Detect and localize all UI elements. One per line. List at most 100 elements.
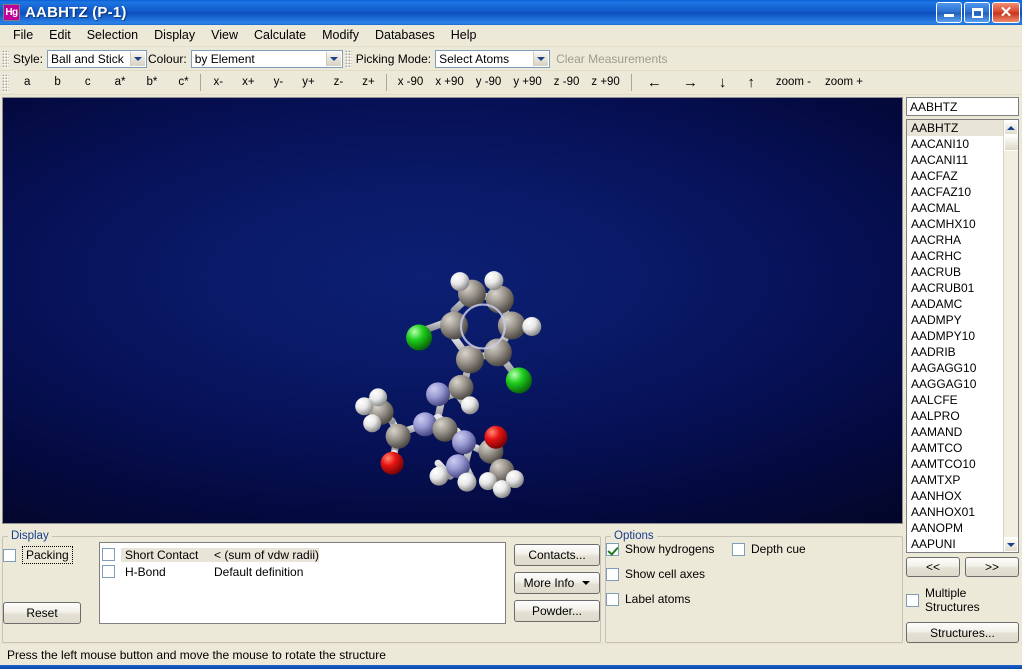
list-item[interactable]: AADMPY — [907, 312, 1003, 328]
menu-edit[interactable]: Edit — [41, 26, 79, 45]
list-item[interactable]: AADMPY10 — [907, 328, 1003, 344]
list-item[interactable]: AACFAZ — [907, 168, 1003, 184]
show-hydrogens-row[interactable]: Show hydrogens — [606, 542, 732, 556]
short-contact-checkbox[interactable] — [102, 548, 115, 561]
refcode-input[interactable]: AABHTZ — [906, 97, 1019, 116]
list-item[interactable]: AADAMC — [907, 296, 1003, 312]
toolbar-grip-icon[interactable] — [2, 49, 9, 68]
rotate-button-x-minus-90[interactable]: x -90 — [392, 75, 430, 91]
list-item[interactable]: AACMHX10 — [907, 216, 1003, 232]
powder-button[interactable]: Powder... — [514, 600, 600, 622]
arrow-left-icon[interactable]: ← — [641, 73, 668, 92]
list-item[interactable]: AAGGAG10 — [907, 376, 1003, 392]
list-item[interactable]: AACMAL — [907, 200, 1003, 216]
list-item[interactable]: AACRHA — [907, 232, 1003, 248]
menu-calculate[interactable]: Calculate — [246, 26, 314, 45]
rotate-button-z-plus-90[interactable]: z +90 — [585, 75, 625, 91]
rotate-button-y-minus-90[interactable]: y -90 — [470, 75, 508, 91]
show-cell-axes-row[interactable]: Show cell axes — [606, 567, 902, 581]
list-item[interactable]: AACANI11 — [907, 152, 1003, 168]
list-item[interactable]: AAMTCO10 — [907, 456, 1003, 472]
contacts-list[interactable]: Short Contact < (sum of vdw radii) H-Bon… — [99, 542, 506, 624]
structure-list-scrollbar[interactable] — [1003, 120, 1018, 552]
menu-display[interactable]: Display — [146, 26, 203, 45]
picking-mode-dropdown[interactable]: Select Atoms — [435, 49, 551, 68]
list-item[interactable]: AAMTCO — [907, 440, 1003, 456]
list-item[interactable]: AACANI10 — [907, 136, 1003, 152]
step-button-x-minus[interactable]: x- — [208, 75, 230, 91]
multiple-structures-checkbox[interactable] — [906, 593, 919, 607]
axis-button-a[interactable]: a — [18, 75, 36, 91]
list-item[interactable]: AANOPM — [907, 520, 1003, 536]
maximize-button[interactable] — [964, 2, 990, 23]
toolbar-grip-icon[interactable] — [2, 73, 9, 92]
depth-cue-checkbox[interactable] — [732, 542, 745, 556]
zoom-in-button[interactable]: zoom + — [819, 75, 869, 91]
list-item[interactable]: AAMAND — [907, 424, 1003, 440]
label-atoms-row[interactable]: Label atoms — [606, 592, 902, 606]
step-button-z-minus[interactable]: z- — [328, 75, 350, 91]
list-item[interactable]: AALCFE — [907, 392, 1003, 408]
arrow-up-icon[interactable]: ↑ — [741, 73, 761, 92]
h-bond-checkbox[interactable] — [102, 565, 115, 578]
list-item[interactable]: AANHOX — [907, 488, 1003, 504]
rotate-button-z-minus-90[interactable]: z -90 — [548, 75, 586, 91]
list-item[interactable]: AAPUNI — [907, 536, 1003, 552]
list-item[interactable]: AAGAGG10 — [907, 360, 1003, 376]
rotate-button-y-plus-90[interactable]: y +90 — [507, 75, 547, 91]
contact-row-h-bond[interactable]: H-Bond Default definition — [102, 563, 503, 580]
list-item[interactable]: AACFAZ10 — [907, 184, 1003, 200]
axis-button-b[interactable]: b — [48, 75, 66, 91]
axis-button-b-star[interactable]: b* — [140, 75, 163, 91]
list-item[interactable]: AALPRO — [907, 408, 1003, 424]
scrollbar-track[interactable] — [1004, 135, 1018, 537]
step-button-y-minus[interactable]: y- — [268, 75, 290, 91]
packing-checkbox[interactable] — [3, 548, 16, 562]
next-structure-button[interactable]: >> — [965, 557, 1019, 577]
step-button-x-plus[interactable]: x+ — [236, 75, 260, 91]
structures-button[interactable]: Structures... — [906, 622, 1019, 643]
list-item[interactable]: AACRHC — [907, 248, 1003, 264]
contact-row-short-contact[interactable]: Short Contact < (sum of vdw radii) — [102, 546, 503, 563]
axis-button-c[interactable]: c — [79, 75, 97, 91]
arrow-down-icon[interactable]: ↓ — [713, 73, 733, 92]
colour-dropdown[interactable]: by Element — [190, 49, 343, 68]
scroll-up-button[interactable] — [1004, 120, 1018, 135]
list-item[interactable]: AADRIB — [907, 344, 1003, 360]
packing-checkbox-row[interactable]: Packing — [3, 546, 91, 564]
list-item[interactable]: AAMTXP — [907, 472, 1003, 488]
reset-button[interactable]: Reset — [3, 602, 81, 624]
molecule-viewport[interactable] — [2, 97, 903, 524]
list-item[interactable]: AANHOX01 — [907, 504, 1003, 520]
multiple-structures-row[interactable]: Multiple Structures — [906, 586, 1019, 614]
menu-databases[interactable]: Databases — [367, 26, 443, 45]
more-info-button[interactable]: More Info — [514, 572, 600, 594]
step-button-y-plus[interactable]: y+ — [296, 75, 320, 91]
style-dropdown[interactable]: Ball and Stick — [47, 49, 148, 68]
clear-measurements-button[interactable]: Clear Measurements — [550, 49, 673, 68]
close-button[interactable]: ✕ — [992, 2, 1020, 23]
toolbar-grip-icon[interactable] — [344, 49, 352, 68]
list-item[interactable]: AABHTZ — [907, 120, 1003, 136]
list-item[interactable]: AACRUB01 — [907, 280, 1003, 296]
show-cell-axes-checkbox[interactable] — [606, 567, 619, 581]
contacts-button[interactable]: Contacts... — [514, 544, 600, 566]
menu-selection[interactable]: Selection — [79, 26, 146, 45]
menu-help[interactable]: Help — [443, 26, 485, 45]
scroll-down-button[interactable] — [1004, 537, 1018, 552]
menu-file[interactable]: File — [5, 26, 41, 45]
minimize-button[interactable] — [936, 2, 962, 23]
zoom-out-button[interactable]: zoom - — [770, 75, 817, 91]
depth-cue-row[interactable]: Depth cue — [732, 542, 872, 556]
axis-button-a-star[interactable]: a* — [109, 75, 132, 91]
list-item[interactable]: AACRUB — [907, 264, 1003, 280]
scrollbar-thumb[interactable] — [1004, 135, 1018, 151]
menu-modify[interactable]: Modify — [314, 26, 367, 45]
show-hydrogens-checkbox[interactable] — [606, 542, 619, 556]
previous-structure-button[interactable]: << — [906, 557, 960, 577]
label-atoms-checkbox[interactable] — [606, 592, 619, 606]
step-button-z-plus[interactable]: z+ — [356, 75, 380, 91]
structure-listbox[interactable]: AABHTZ AACANI10 AACANI11 AACFAZ AACFAZ10… — [906, 119, 1019, 553]
arrow-right-icon[interactable]: → — [677, 73, 704, 92]
rotate-button-x-plus-90[interactable]: x +90 — [429, 75, 469, 91]
